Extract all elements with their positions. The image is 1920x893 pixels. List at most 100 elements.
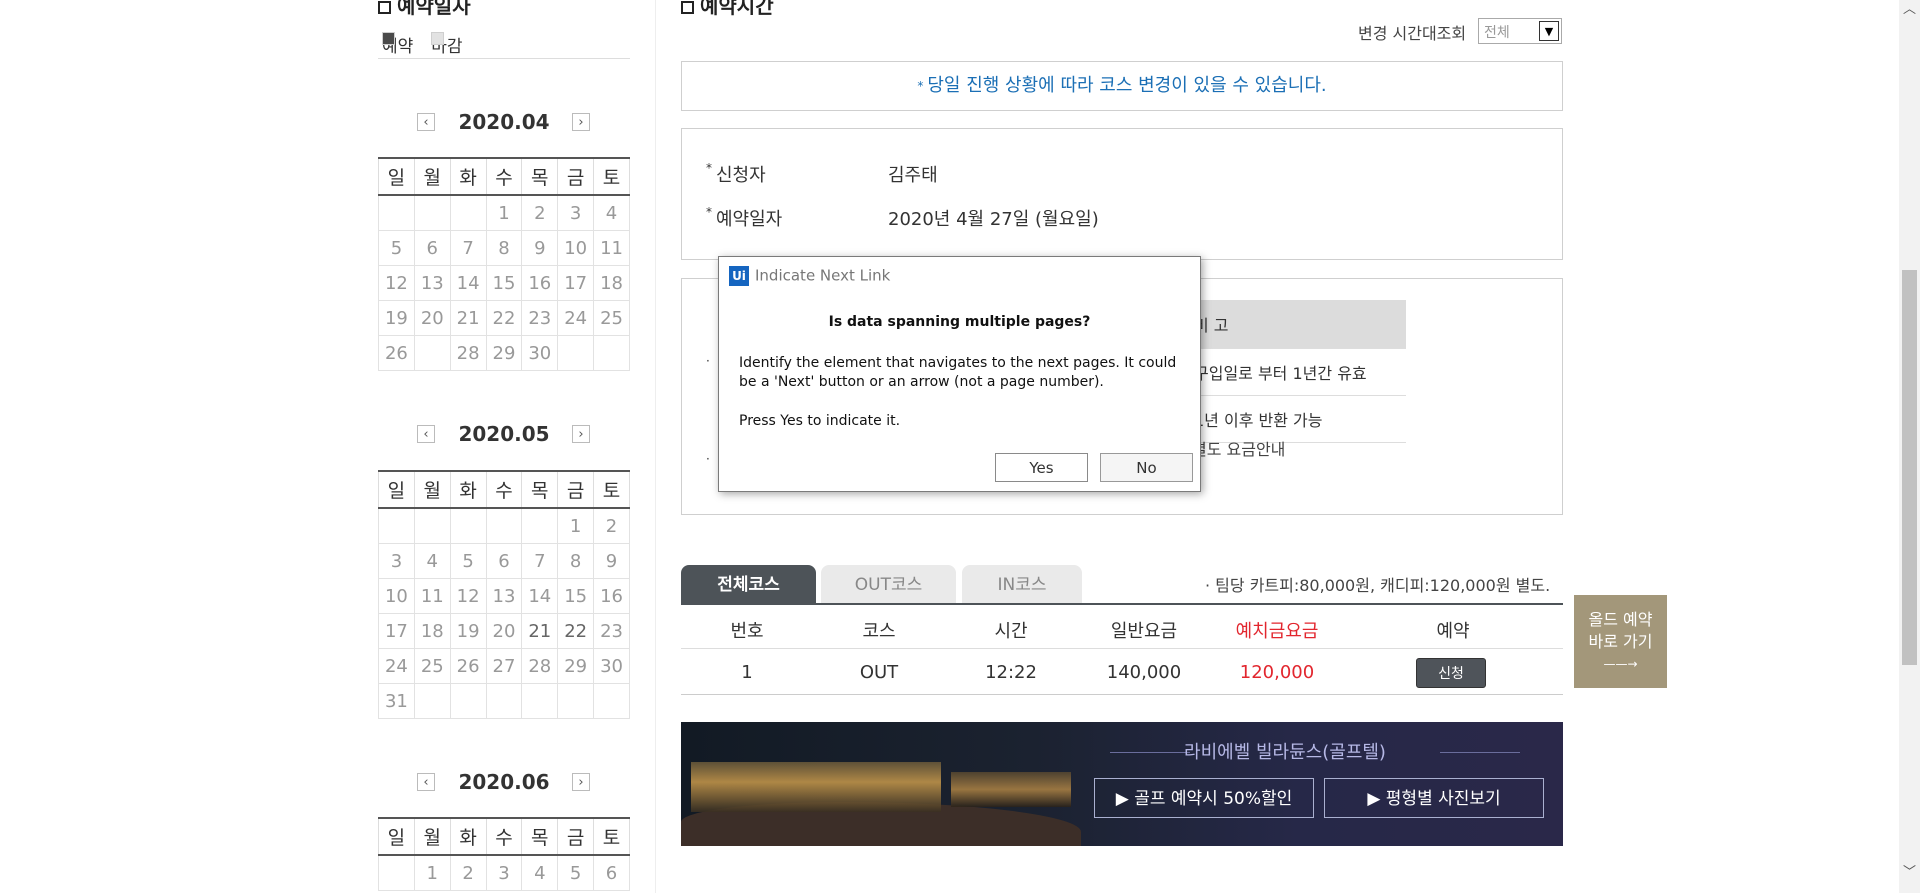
calendar-week: 12 13 14 15 16 17 18 xyxy=(378,265,630,301)
calendar-day-closed: 5 xyxy=(449,543,487,579)
calendar-day: 18 xyxy=(413,613,451,649)
calendar-day-closed: 23 xyxy=(593,613,630,649)
legend-dark-swatch xyxy=(382,32,395,45)
weekday-sun: 일 xyxy=(378,157,415,196)
calendar-day: 31 xyxy=(378,683,415,719)
calendar-day: 5 xyxy=(378,230,415,266)
weekday-fri: 금 xyxy=(557,157,595,196)
weekday-mon: 월 xyxy=(413,157,451,196)
tab-in-course[interactable]: IN코스 xyxy=(962,565,1082,603)
calendar-day: 20 xyxy=(413,300,451,336)
calendar-day: 26 xyxy=(378,335,415,371)
applicant-value: 김주태 xyxy=(888,165,938,186)
row-time: 12:22 xyxy=(985,662,1037,683)
calendar-day-empty xyxy=(413,194,451,231)
calendar-day: 1 xyxy=(413,854,451,891)
calendar-day: 8 xyxy=(485,230,523,266)
calendar-day: 13 xyxy=(485,578,523,614)
scrollbar-thumb[interactable] xyxy=(1902,270,1917,665)
calendar-week: 10 11 12 13 14 15 16 xyxy=(378,578,630,614)
next-month-button[interactable]: › xyxy=(572,425,590,443)
calendar-day: 24 xyxy=(557,300,595,336)
calendar-day: 2 xyxy=(521,194,559,231)
tab-out-course[interactable]: OUT코스 xyxy=(821,565,956,603)
fee-table-header: 비 고 xyxy=(1188,300,1406,349)
calendar-day-empty xyxy=(593,683,630,719)
dialog-instruction: Press Yes to indicate it. xyxy=(739,413,901,429)
calendar-day: 11 xyxy=(593,230,630,266)
time-filter-value: 전체 xyxy=(1484,25,1510,41)
fee-tip: · 팀당 카트피:80,000원, 캐디피:120,000원 별도. xyxy=(1205,576,1551,595)
bullet-dot: * xyxy=(917,79,924,93)
weekday-thu: 목 xyxy=(521,470,559,509)
calendar-day-empty xyxy=(485,683,523,719)
col-normal-fee: 일반요금 xyxy=(1110,621,1178,642)
weekday-header-row: 일 월 화 수 목 금 토 xyxy=(378,470,630,509)
notice-text: * 당일 진행 상황에 따라 코스 변경이 있을 수 있습니다. xyxy=(917,75,1327,96)
calendar-day: 17 xyxy=(557,265,595,301)
reservation-time-title: 예약시간 xyxy=(681,0,774,19)
weekday-thu: 목 xyxy=(521,157,559,196)
side-button-line2: 바로 가기 xyxy=(1588,632,1653,651)
calendar-day: 12 xyxy=(449,578,487,614)
calendar-day-closed: 3 xyxy=(378,543,415,579)
table-header-divider xyxy=(681,648,1563,649)
calendar-day: 15 xyxy=(557,578,595,614)
next-month-button[interactable]: › xyxy=(572,773,590,791)
weekday-mon: 월 xyxy=(413,817,451,856)
tab-all-course[interactable]: 전체코스 xyxy=(681,565,816,603)
calendar-day: 27 xyxy=(485,648,523,684)
calendar-day-empty xyxy=(449,194,487,231)
table-bottom-border xyxy=(681,694,1563,695)
time-filter-select[interactable]: 전체 ▼ xyxy=(1478,18,1562,44)
weekday-sat: 토 xyxy=(593,157,630,196)
calendar-day-empty xyxy=(449,683,487,719)
yes-button[interactable]: Yes xyxy=(995,453,1088,482)
side-button-line1: 올드 예약 xyxy=(1588,610,1653,629)
weekday-tue: 화 xyxy=(449,470,487,509)
weekday-wed: 수 xyxy=(485,470,523,509)
calendar-day: 21 xyxy=(449,300,487,336)
calendar-day-empty xyxy=(413,507,451,544)
calendar-day: 26 xyxy=(449,648,487,684)
calendar-day: 9 xyxy=(521,230,559,266)
row-course: OUT xyxy=(859,662,899,683)
calendar-day: 1 xyxy=(485,194,523,231)
row-normal-fee: 140,000 xyxy=(1106,662,1182,683)
calendar-day: 25 xyxy=(413,648,451,684)
golf-discount-button[interactable]: ▶ 골프 예약시 50%할인 xyxy=(1094,778,1314,818)
next-month-button[interactable]: › xyxy=(572,113,590,131)
calendar-day: 20 xyxy=(485,613,523,649)
calendar-day: 7 xyxy=(449,230,487,266)
calendar-day: 8 xyxy=(557,543,595,579)
row-number: 1 xyxy=(741,662,753,683)
no-button[interactable]: No xyxy=(1100,453,1193,482)
calendar-day: 30 xyxy=(521,335,559,371)
applicant-label: * 신청자 xyxy=(706,161,766,186)
calendar-day: 3 xyxy=(557,194,595,231)
scroll-up-icon[interactable]: ︿ xyxy=(1899,0,1920,20)
calendar-day-empty xyxy=(449,507,487,544)
calendar-day-empty xyxy=(593,335,630,371)
weekday-mon: 월 xyxy=(413,470,451,509)
calendar-april: 일 월 화 수 목 금 토 1 2 3 4 5 6 7 8 9 10 11 12… xyxy=(378,157,630,371)
scroll-down-icon[interactable]: ﹀ xyxy=(1899,863,1920,883)
bullet-dot: * xyxy=(706,205,712,219)
chevron-down-icon[interactable]: ▼ xyxy=(1539,21,1559,41)
apply-button[interactable]: 신청 xyxy=(1416,658,1486,688)
calendar-day: 14 xyxy=(521,578,559,614)
calendar-day-closed: 10 xyxy=(378,578,415,614)
calendar-day-empty xyxy=(485,507,523,544)
square-bullet-icon xyxy=(378,1,391,14)
date-value: 2020년 4월 27일 (월요일) xyxy=(888,209,1099,230)
old-reservation-shortcut-button[interactable]: 올드 예약 바로 가기 ——→ xyxy=(1574,595,1667,688)
weekday-tue: 화 xyxy=(449,157,487,196)
dialog-title: Indicate Next Link xyxy=(755,266,891,285)
dialog-title-bar: Ui Indicate Next Link xyxy=(729,266,890,286)
room-photos-button[interactable]: ▶ 평형별 사진보기 xyxy=(1324,778,1544,818)
row-deposit-fee: 120,000 xyxy=(1239,662,1315,683)
calendar-day: 2 xyxy=(449,854,487,891)
weekday-header-row: 일 월 화 수 목 금 토 xyxy=(378,817,630,856)
calendar-day: 22 xyxy=(557,613,595,649)
calendar-day-selected[interactable]: 27 xyxy=(413,335,451,371)
